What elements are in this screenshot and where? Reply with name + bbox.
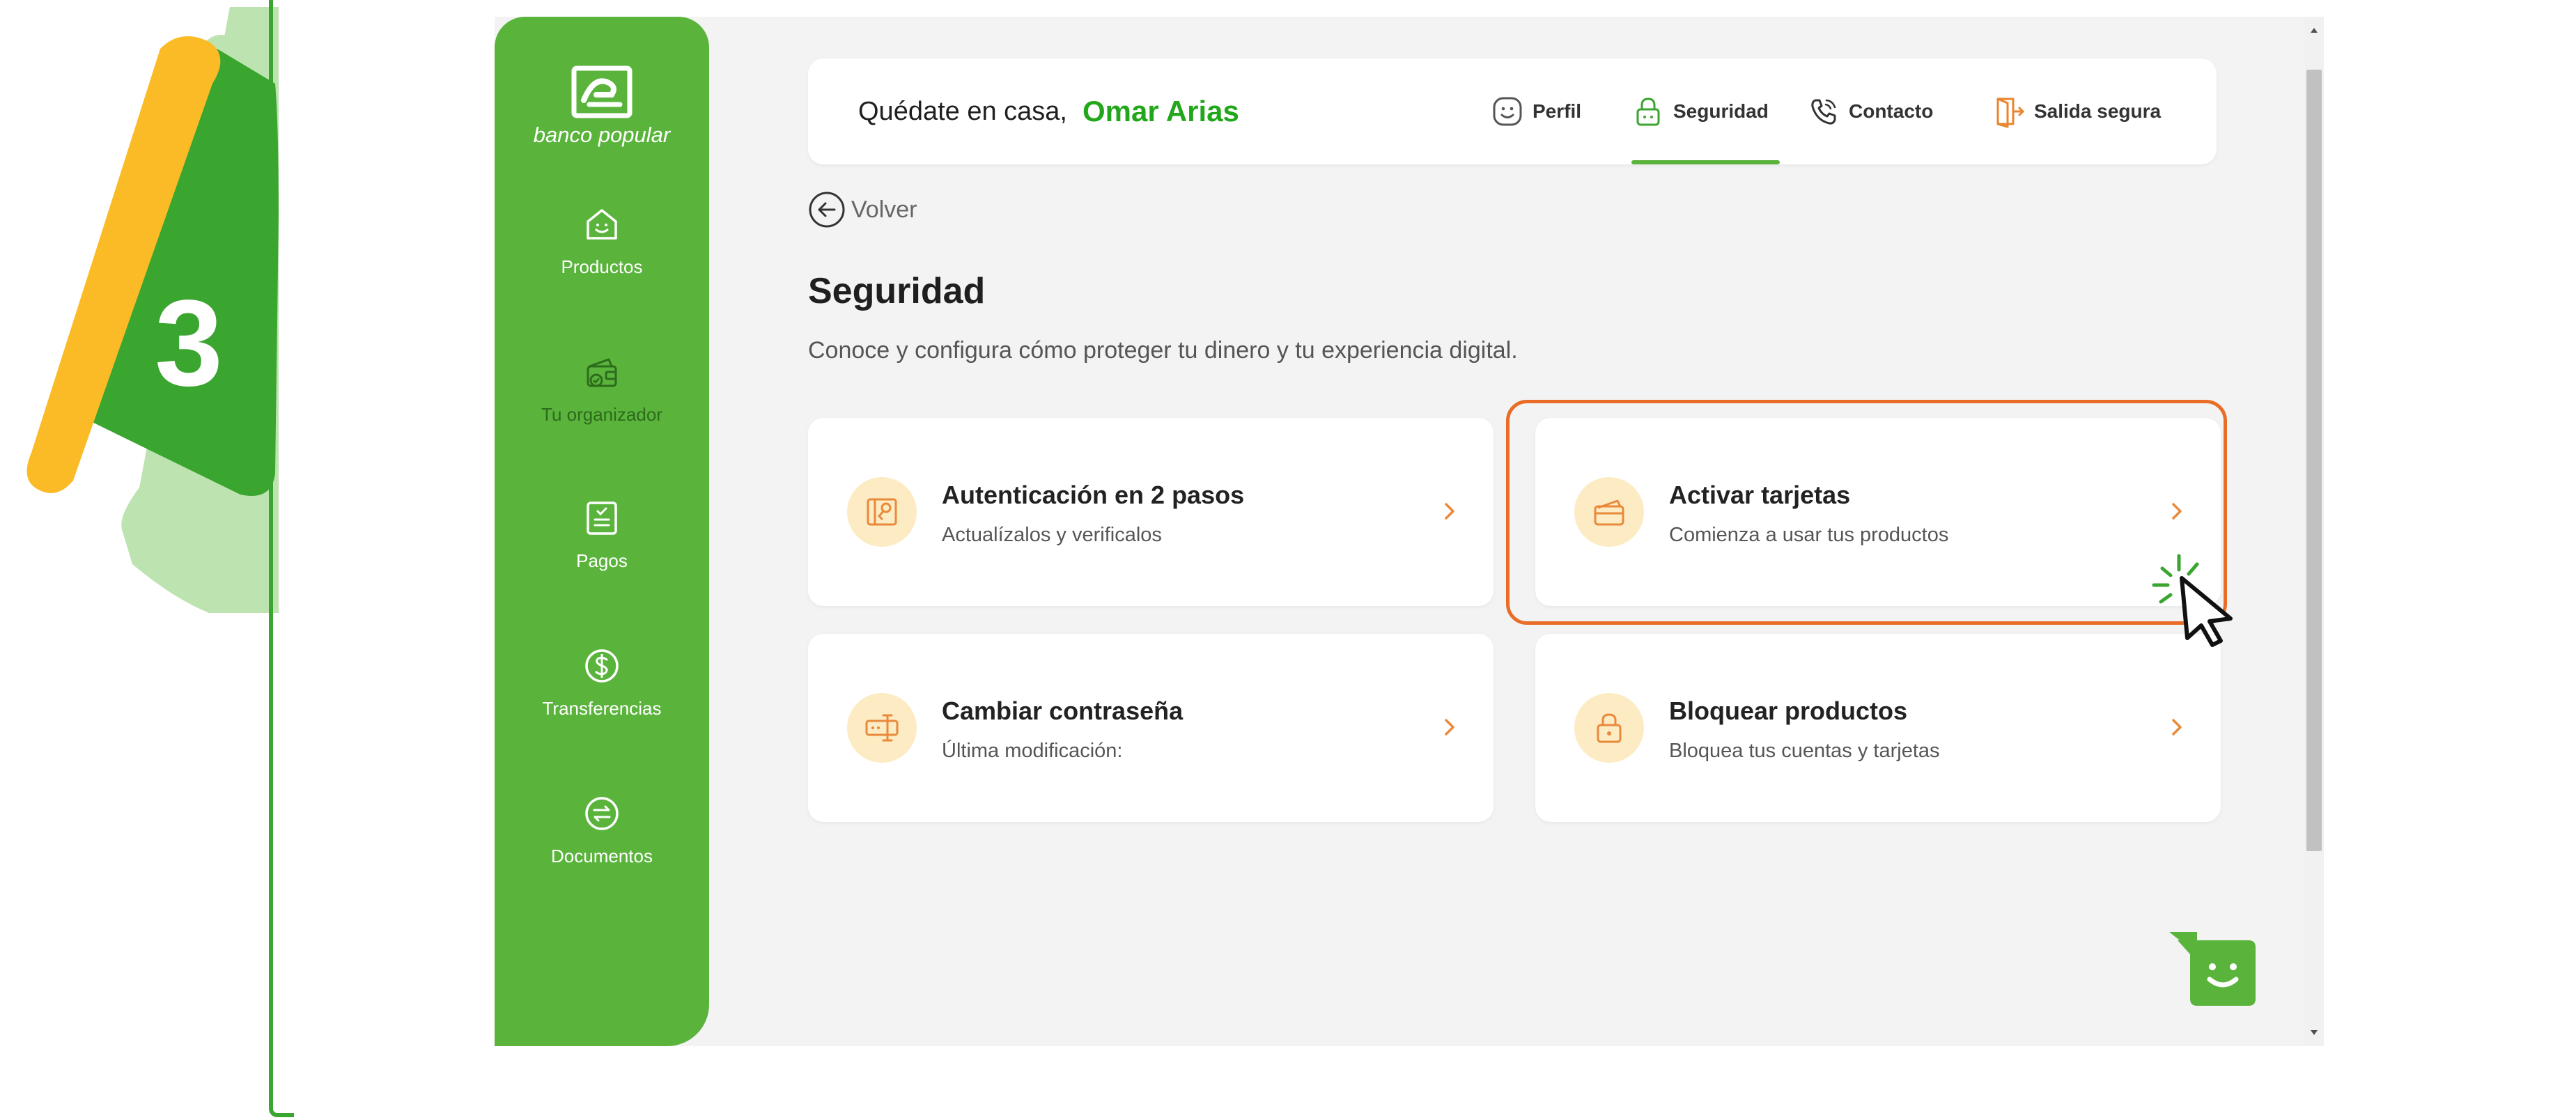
salida-segura-link[interactable]: Salida segura — [1992, 59, 2161, 164]
scroll-up-icon[interactable] — [2304, 20, 2324, 40]
top-bar: Quédate en casa, Omar Arias Perfil Segur… — [808, 59, 2217, 164]
step-number: 3 — [155, 275, 223, 412]
user-name: Omar Arias — [1083, 95, 1239, 127]
lock-icon — [1597, 713, 1622, 743]
card-icon — [847, 477, 917, 547]
sidebar-item-label: Documentos — [551, 846, 653, 866]
card-description: Última modificación: — [942, 740, 1123, 762]
perfil-link[interactable]: Perfil — [1491, 59, 1581, 164]
vertical-scrollbar[interactable] — [2304, 17, 2324, 1046]
sidebar-item-transferencias[interactable]: Transferencias — [495, 645, 709, 720]
exchange-icon — [585, 797, 619, 830]
sidebar-item-label: Pagos — [576, 550, 628, 571]
home-smile-icon — [587, 209, 617, 240]
sidebar-item-tu-organizador[interactable]: Tu organizador — [495, 351, 709, 426]
receipt-icon — [587, 501, 617, 535]
page-subtitle: Conoce y configura cómo proteger tu dine… — [808, 337, 1518, 364]
greeting-text: Quédate en casa, — [858, 96, 1067, 126]
key-card-icon — [867, 498, 897, 526]
sidebar-item-productos[interactable]: Productos — [495, 203, 709, 278]
card-cambiar-contrasena[interactable]: Cambiar contraseña Última modificación: — [808, 634, 1493, 822]
dollar-circle-icon — [585, 649, 619, 683]
page-title: Seguridad — [808, 271, 986, 311]
bank-logo-icon — [571, 65, 633, 118]
perfil-label: Perfil — [1533, 100, 1582, 122]
contacto-label: Contacto — [1849, 100, 1934, 122]
password-field-icon — [865, 714, 899, 742]
card-title: Autenticación en 2 pasos — [942, 481, 1245, 509]
brand[interactable]: banco popular — [495, 64, 709, 148]
sidebar-item-label: Tu organizador — [541, 404, 662, 425]
highlight-box — [1506, 400, 2227, 625]
greeting: Quédate en casa, Omar Arias — [858, 59, 1239, 164]
sidebar: banco popular Productos Tu organizador P… — [495, 17, 709, 1046]
card-bloquear-productos[interactable]: Bloquear productos Bloquea tus cuentas y… — [1535, 634, 2221, 822]
seguridad-label: Seguridad — [1673, 100, 1769, 122]
wallet-icon — [587, 358, 617, 387]
card-icon — [847, 693, 917, 763]
sidebar-item-label: Productos — [561, 256, 643, 277]
lock-icon — [1636, 98, 1660, 126]
door-exit-icon — [1996, 98, 2025, 128]
card-autenticacion[interactable]: Autenticación en 2 pasos Actualízalos y … — [808, 418, 1493, 606]
back-label: Volver — [851, 196, 917, 223]
scroll-down-icon[interactable] — [2304, 1022, 2324, 1043]
contacto-link[interactable]: Contacto — [1807, 59, 1933, 164]
card-title: Cambiar contraseña — [942, 697, 1184, 725]
step-bracket — [269, 0, 294, 1117]
chevron-right-icon — [1445, 719, 1454, 736]
chevron-right-icon — [1445, 503, 1454, 520]
back-arrow-icon — [809, 192, 845, 228]
sidebar-item-label: Transferencias — [542, 698, 662, 719]
back-button[interactable]: Volver — [808, 191, 917, 228]
chevron-right-icon — [2172, 719, 2182, 736]
scrollbar-thumb[interactable] — [2306, 70, 2322, 851]
sidebar-item-pagos[interactable]: Pagos — [495, 497, 709, 572]
brand-name: banco popular — [533, 123, 671, 147]
card-description: Bloquea tus cuentas y tarjetas — [1669, 740, 1940, 762]
step-badge: 3 — [0, 0, 279, 627]
phone-icon — [1811, 99, 1836, 125]
card-icon — [1574, 693, 1644, 763]
chat-assistant-icon[interactable] — [2166, 926, 2260, 1011]
salida-segura-label: Salida segura — [2034, 100, 2162, 122]
card-title: Bloquear productos — [1669, 697, 1908, 725]
mouse-cursor-icon — [2152, 554, 2233, 647]
sidebar-item-documentos[interactable]: Documentos — [495, 793, 709, 867]
card-description: Actualízalos y verificalos — [942, 524, 1162, 546]
smile-face-icon — [1493, 97, 1522, 126]
tab-seguridad[interactable]: Seguridad — [1631, 59, 1780, 164]
